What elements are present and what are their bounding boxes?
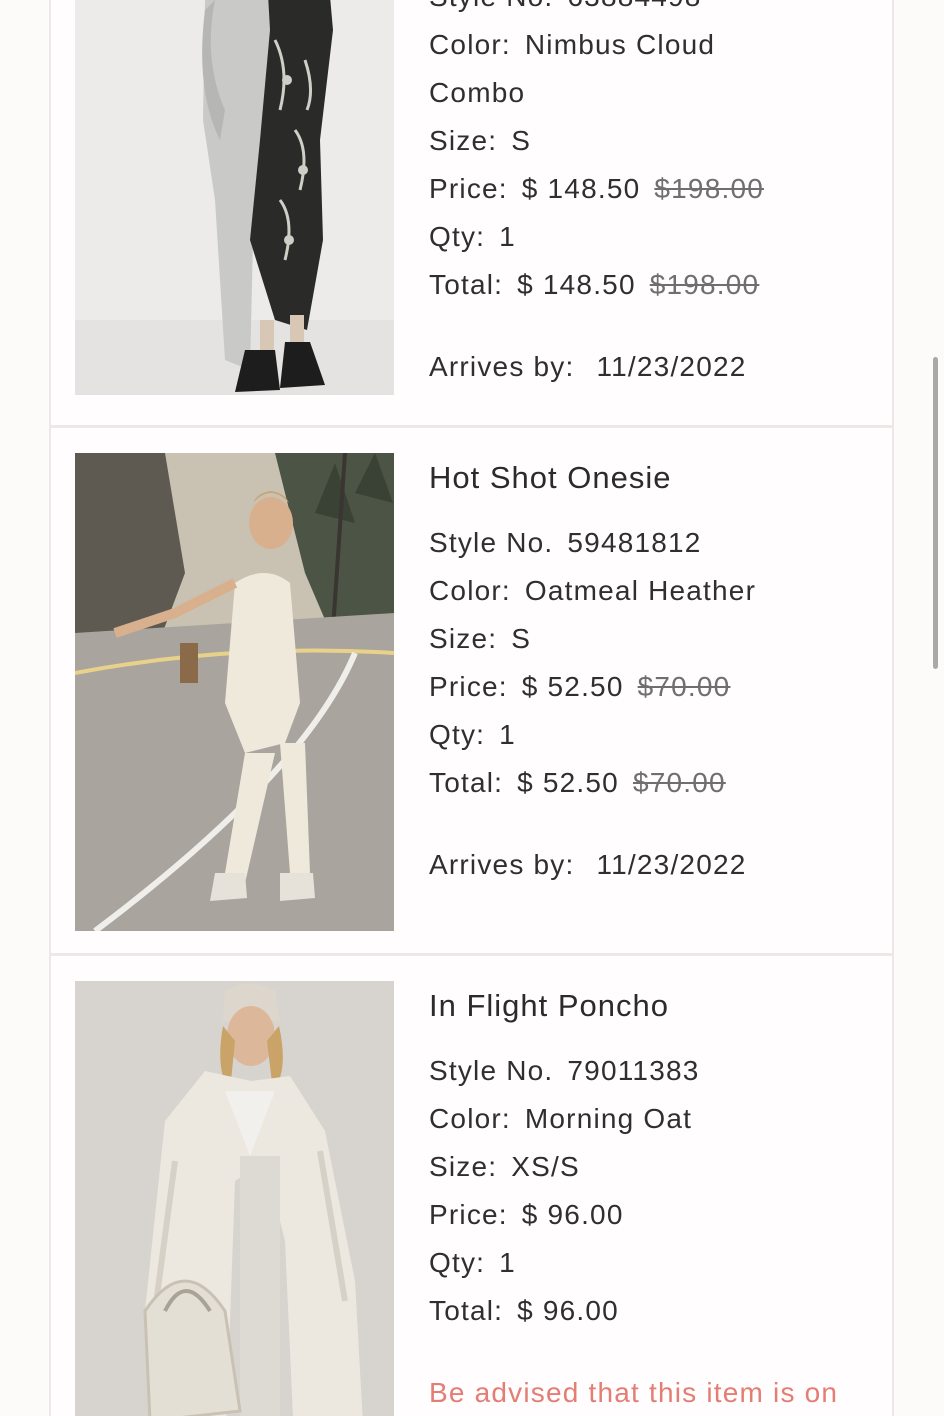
size-value: S [511,125,532,156]
qty-label: Qty: [429,221,486,252]
size-label: Size: [429,1151,498,1182]
total-label: Total: [429,1295,504,1326]
total-row: Total: $ 148.50 $198.00 [429,261,882,309]
size-row: Size: XS/S [429,1143,882,1191]
color-row: Color: Oatmeal Heather [429,567,882,615]
backorder-notice: Be advised that this item is on [429,1377,839,1408]
sale-price: $ 96.00 [521,1199,624,1230]
arrives-date: 11/23/2022 [596,351,747,382]
scrollbar[interactable] [933,357,938,669]
arrives-label: Arrives by: [429,351,575,382]
style-value: 63884498 [567,0,701,12]
total-row: Total: $ 96.00 [429,1287,882,1335]
qty-row: Qty: 1 [429,213,882,261]
total-row: Total: $ 52.50 $70.00 [429,759,882,807]
item-details: Hot Shot Onesie Style No. 59481812 Color:… [429,453,882,889]
product-name[interactable]: In Flight Poncho [429,981,882,1031]
style-label: Style No. [429,0,553,12]
size-label: Size: [429,623,498,654]
total-label: Total: [429,767,504,798]
sale-total: $ 148.50 [517,269,636,300]
qty-value: 1 [499,221,516,252]
style-label: Style No. [429,527,554,558]
color-row: Color: Nimbus Cloud [429,21,882,69]
qty-row: Qty: 1 [429,711,882,759]
product-image[interactable] [75,453,394,931]
size-label: Size: [429,125,498,156]
style-number: Style No. 63884498 [429,0,882,21]
style-number: Style No. 79011383 [429,1047,882,1095]
order-item-card: In Flight Poncho Style No. 79011383 Color… [49,956,894,1416]
product-name[interactable]: Hot Shot Onesie [429,453,882,503]
sale-total: $ 52.50 [517,767,619,798]
original-total: $70.00 [632,767,726,798]
qty-value: 1 [499,719,516,750]
arrives-label: Arrives by: [429,849,575,880]
price-label: Price: [429,671,508,702]
item-details: Style No. 63884498 Color: Nimbus Cloud Com… [429,0,882,391]
price-label: Price: [429,1199,508,1230]
size-value: XS/S [511,1151,580,1182]
qty-label: Qty: [429,1247,486,1278]
price-row: Price: $ 96.00 [429,1191,882,1239]
original-total: $198.00 [649,269,760,300]
color-row: Color: Morning Oat [429,1095,882,1143]
color-value: Oatmeal Heather [524,575,757,606]
sale-price: $ 148.50 [521,173,641,204]
price-row: Price: $ 52.50 $70.00 [429,663,882,711]
product-image[interactable] [75,0,394,395]
color-value: Nimbus Cloud [524,29,716,60]
order-item-card: Style No. 63884498 Color: Nimbus Cloud Com… [49,0,894,428]
qty-value: 1 [499,1247,516,1278]
qty-label: Qty: [429,719,486,750]
item-details: In Flight Poncho Style No. 79011383 Color… [429,981,882,1416]
arrives-row: Arrives by: 11/23/2022 [429,343,882,391]
product-image[interactable] [75,981,394,1416]
size-row: Size: S [429,117,882,165]
style-value: 79011383 [567,1055,700,1086]
color-label: Color: [429,1103,511,1134]
sale-total: $ 96.00 [517,1295,619,1326]
order-items-page: Style No. 63884498 Color: Nimbus Cloud Com… [0,0,944,1416]
style-label: Style No. [429,1055,554,1086]
total-label: Total: [429,269,504,300]
color-row-continued: Combo [429,77,526,108]
arrives-row: Arrives by: 11/23/2022 [429,841,882,889]
price-row: Price: $ 148.50 $198.00 [429,165,882,213]
arrives-date: 11/23/2022 [596,849,747,880]
color-label: Color: [429,575,511,606]
color-value: Morning Oat [524,1103,693,1134]
sale-price: $ 52.50 [521,671,624,702]
qty-row: Qty: 1 [429,1239,882,1287]
order-item-card: Hot Shot Onesie Style No. 59481812 Color:… [49,428,894,956]
original-price: $198.00 [654,173,764,204]
style-number: Style No. 59481812 [429,519,882,567]
size-value: S [511,623,532,654]
style-value: 59481812 [567,527,702,558]
price-label: Price: [429,173,508,204]
original-price: $70.00 [637,671,731,702]
size-row: Size: S [429,615,882,663]
color-label: Color: [429,29,511,60]
